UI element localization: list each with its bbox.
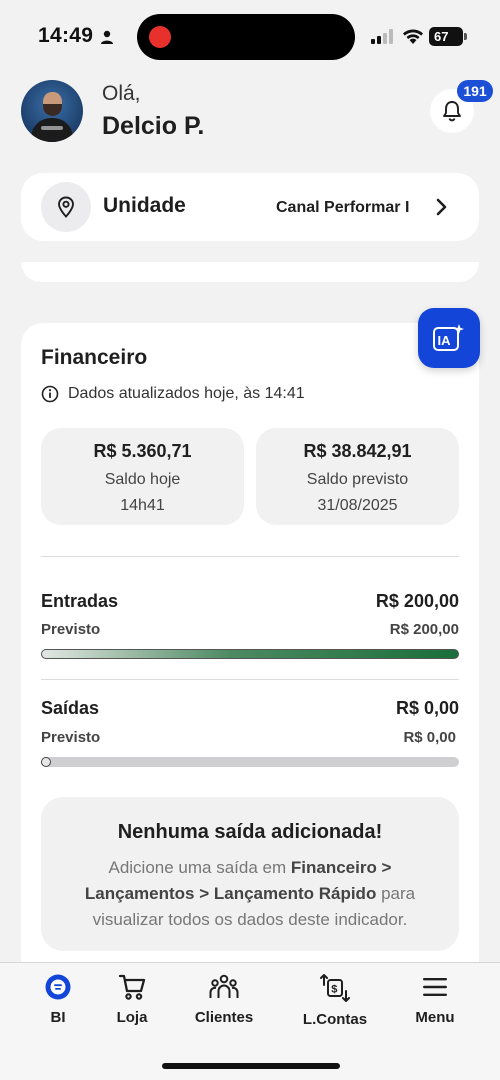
saldo-previsto-value: R$ 38.842,91 xyxy=(303,441,412,461)
saidas-progress-knob xyxy=(41,757,51,767)
location-pin-icon xyxy=(58,196,74,218)
divider xyxy=(41,679,459,680)
home-indicator xyxy=(162,1063,340,1069)
nav-label: Clientes xyxy=(194,1009,254,1026)
saidas-previsto-label: Previsto xyxy=(41,729,101,746)
entradas-previsto-value: R$ 200,00 xyxy=(389,621,459,638)
saldo-previsto-label: Saldo previsto xyxy=(306,471,409,488)
financeiro-link[interactable]: Financeiro > xyxy=(291,858,392,877)
avatar[interactable] xyxy=(21,80,83,142)
entradas-title: Entradas xyxy=(41,591,119,611)
finance-title: Financeiro xyxy=(41,346,148,369)
user-name: Delcio P. xyxy=(102,112,205,140)
dynamic-island xyxy=(137,14,355,60)
nav-label: Menu xyxy=(415,1009,455,1026)
divider xyxy=(41,556,459,557)
updated-timestamp: Dados atualizados hoje, às 14:41 xyxy=(68,385,305,402)
unit-selector[interactable]: Unidade Canal Performar I xyxy=(21,173,479,241)
ai-sparkle-icon: IA xyxy=(433,324,464,351)
svg-text:$: $ xyxy=(331,984,337,996)
recording-dot-icon xyxy=(149,26,171,48)
saldo-hoje-card[interactable]: R$ 5.360,71 Saldo hoje 14h41 xyxy=(41,428,244,525)
lancamento-rapido-link[interactable]: Lançamentos > Lançamento Rápido xyxy=(85,884,376,903)
status-time: 14:49 xyxy=(38,24,94,47)
menu-icon xyxy=(423,978,447,996)
empty-state-title: Nenhuma saída adicionada! xyxy=(117,821,383,843)
saidas-title: Saídas xyxy=(41,698,100,718)
empty-state-text: Adicione uma saída em Financeiro > Lança… xyxy=(84,858,416,929)
saldo-hoje-label: Saldo hoje xyxy=(104,471,181,488)
wifi-icon xyxy=(403,29,423,44)
empty-state: Nenhuma saída adicionada! Adicione uma s… xyxy=(41,797,459,951)
unit-icon-circle xyxy=(41,182,91,232)
nav-item-lcontas[interactable]: $ L.Contas xyxy=(285,973,385,1033)
unit-label: Unidade xyxy=(103,194,186,217)
svg-text:IA: IA xyxy=(438,333,452,348)
nav-item-clientes[interactable]: Clientes xyxy=(174,973,274,1033)
notification-count-badge: 191 xyxy=(457,80,493,102)
battery-indicator: 67 xyxy=(429,27,467,46)
bell-icon xyxy=(443,101,461,122)
saidas-previsto-value: R$ 0,00 xyxy=(403,729,456,746)
cart-icon xyxy=(118,974,146,1000)
entradas-progress-bar xyxy=(41,649,459,659)
nav-label: Loja xyxy=(116,1009,148,1026)
nav-label: L.Contas xyxy=(302,1011,368,1028)
bi-icon xyxy=(45,974,71,1000)
chevron-right-icon xyxy=(436,198,447,216)
saldo-previsto-card[interactable]: R$ 38.842,91 Saldo previsto 31/08/2025 xyxy=(256,428,459,525)
focus-person-icon xyxy=(101,30,113,44)
nav-item-menu[interactable]: Menu xyxy=(385,973,485,1033)
saldo-hoje-value: R$ 5.360,71 xyxy=(93,441,192,461)
nav-item-loja[interactable]: Loja xyxy=(82,973,182,1033)
saldo-hoje-time: 14h41 xyxy=(120,497,165,514)
entradas-progress-fill xyxy=(41,649,459,659)
collapsed-card xyxy=(21,262,479,282)
people-icon xyxy=(209,974,239,998)
status-bar: 14:49 67 xyxy=(0,0,500,72)
saidas-progress-bar xyxy=(41,757,459,767)
cellular-signal-icon xyxy=(371,29,393,44)
info-icon xyxy=(41,385,59,403)
greeting: Olá, xyxy=(102,82,141,105)
entradas-value: R$ 200,00 xyxy=(375,591,459,611)
entradas-previsto-label: Previsto xyxy=(41,621,101,638)
saldo-previsto-date: 31/08/2025 xyxy=(317,497,398,514)
ia-assistant-button[interactable]: IA xyxy=(418,308,480,368)
saidas-value: R$ 0,00 xyxy=(395,698,459,718)
transfer-icon: $ xyxy=(320,974,350,1002)
unit-value: Canal Performar I xyxy=(276,199,410,216)
